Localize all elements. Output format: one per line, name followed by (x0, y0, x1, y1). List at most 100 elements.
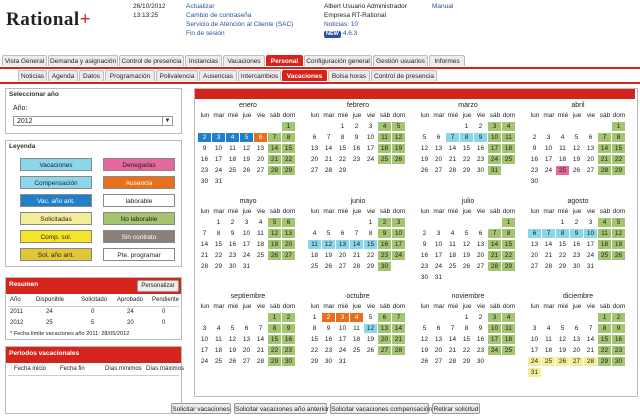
calendar-day[interactable]: 17 (336, 335, 349, 344)
calendar-day[interactable]: 28 (598, 166, 611, 175)
calendar-day[interactable]: 6 (336, 229, 349, 238)
calendar-day[interactable]: 25 (212, 357, 225, 366)
calendar-day[interactable]: 17 (432, 251, 445, 260)
calendar-day[interactable]: 14 (254, 335, 267, 344)
calendar-day[interactable]: 25 (378, 155, 391, 164)
calendar-day[interactable]: 18 (502, 144, 515, 153)
tab-informes[interactable]: Informes (429, 55, 465, 66)
calendar-day[interactable]: 7 (542, 229, 555, 238)
calendar-day[interactable]: 12 (226, 335, 239, 344)
calendar-day[interactable]: 30 (528, 177, 541, 186)
version-link[interactable]: 4.6.3 (343, 30, 357, 37)
calendar-day[interactable]: 28 (198, 262, 211, 271)
calendar-day[interactable]: 7 (268, 133, 281, 142)
calendar-day[interactable]: 29 (268, 357, 281, 366)
calendar-day[interactable]: 24 (542, 166, 555, 175)
calendar-day[interactable]: 29 (364, 262, 377, 271)
chevron-down-icon[interactable]: ▼ (162, 117, 172, 125)
personalizar-button[interactable]: Personalizar (137, 280, 179, 292)
calendar-day[interactable]: 24 (528, 357, 541, 366)
calendar-day[interactable]: 2 (612, 313, 625, 322)
calendar-day[interactable]: 22 (212, 251, 225, 260)
calendar-day[interactable]: 15 (612, 144, 625, 153)
calendar-day[interactable]: 17 (198, 346, 211, 355)
calendar-day[interactable]: 24 (488, 346, 501, 355)
calendar-day[interactable]: 18 (226, 155, 239, 164)
calendar-day[interactable]: 29 (212, 262, 225, 271)
calendar-day[interactable]: 24 (336, 346, 349, 355)
calendar-day[interactable]: 15 (212, 240, 225, 249)
calendar-day[interactable]: 16 (226, 240, 239, 249)
calendar-day[interactable]: 22 (268, 346, 281, 355)
calendar-day[interactable]: 5 (418, 133, 431, 142)
calendar-day[interactable]: 3 (542, 133, 555, 142)
calendar-day[interactable]: 26 (460, 262, 473, 271)
calendar-day[interactable]: 17 (542, 155, 555, 164)
calendar-day[interactable]: 27 (584, 166, 597, 175)
calendar-day[interactable]: 24 (212, 166, 225, 175)
calendar-day[interactable]: 22 (336, 155, 349, 164)
calendar-day[interactable]: 29 (612, 166, 625, 175)
calendar-day[interactable]: 5 (570, 133, 583, 142)
calendar-day[interactable]: 14 (542, 240, 555, 249)
calendar-day[interactable]: 21 (584, 346, 597, 355)
calendar-day[interactable]: 11 (556, 144, 569, 153)
year-select[interactable]: 2012 ▼ (13, 116, 173, 126)
calendar-day[interactable]: 12 (460, 240, 473, 249)
calendar-day[interactable]: 27 (528, 262, 541, 271)
subtab-control-presencia[interactable]: Control de presencia (371, 70, 437, 81)
calendar-day[interactable]: 26 (392, 155, 405, 164)
calendar-day[interactable]: 20 (432, 155, 445, 164)
calendar-day[interactable]: 7 (446, 324, 459, 333)
calendar-day[interactable]: 18 (350, 335, 363, 344)
calendar-day[interactable]: 15 (502, 240, 515, 249)
calendar-day[interactable]: 7 (350, 229, 363, 238)
calendar-day[interactable]: 3 (392, 218, 405, 227)
calendar-day[interactable]: 20 (240, 346, 253, 355)
calendar-day[interactable]: 2 (474, 313, 487, 322)
calendar-day[interactable]: 17 (584, 240, 597, 249)
calendar-day[interactable]: 28 (392, 346, 405, 355)
calendar-day[interactable]: 18 (556, 155, 569, 164)
calendar-day[interactable]: 1 (212, 218, 225, 227)
calendar-day[interactable]: 5 (612, 218, 625, 227)
calendar-day[interactable]: 19 (460, 251, 473, 260)
calendar-day[interactable]: 25 (350, 346, 363, 355)
calendar-day[interactable]: 15 (556, 240, 569, 249)
calendar-day[interactable]: 11 (226, 144, 239, 153)
customer-service-link[interactable]: Servicio de Atención al Cliente (SAC) (186, 20, 293, 29)
calendar-day[interactable]: 12 (268, 229, 281, 238)
calendar-day[interactable]: 28 (542, 262, 555, 271)
calendar-day[interactable]: 23 (418, 262, 431, 271)
calendar-day[interactable]: 4 (350, 313, 363, 322)
calendar-day[interactable]: 8 (460, 133, 473, 142)
calendar-day[interactable]: 14 (584, 335, 597, 344)
calendar-day[interactable]: 1 (282, 122, 295, 131)
calendar-day[interactable]: 27 (378, 346, 391, 355)
calendar-day[interactable]: 23 (612, 346, 625, 355)
tab-configuracion[interactable]: Configuración general (304, 55, 372, 66)
calendar-day[interactable]: 27 (432, 357, 445, 366)
calendar-day[interactable]: 22 (502, 251, 515, 260)
calendar-day[interactable]: 13 (584, 144, 597, 153)
calendar-day[interactable]: 12 (418, 335, 431, 344)
withdraw-request-button[interactable]: Retirar solicitud (432, 403, 480, 414)
calendar-day[interactable]: 19 (418, 155, 431, 164)
calendar-day[interactable]: 14 (446, 335, 459, 344)
calendar-day[interactable]: 13 (308, 144, 321, 153)
calendar-day[interactable]: 2 (226, 218, 239, 227)
calendar-day[interactable]: 15 (268, 335, 281, 344)
calendar-day[interactable]: 17 (488, 335, 501, 344)
calendar-day[interactable]: 10 (198, 335, 211, 344)
calendar-day[interactable]: 21 (268, 155, 281, 164)
calendar-day[interactable]: 16 (322, 335, 335, 344)
calendar-day[interactable]: 1 (556, 218, 569, 227)
calendar-day[interactable]: 27 (570, 357, 583, 366)
calendar-day[interactable]: 4 (446, 229, 459, 238)
calendar-day[interactable]: 6 (240, 324, 253, 333)
calendar-day[interactable]: 16 (474, 144, 487, 153)
calendar-day[interactable]: 25 (502, 346, 515, 355)
calendar-day[interactable]: 27 (240, 357, 253, 366)
calendar-day[interactable]: 19 (226, 346, 239, 355)
subtab-ausencias[interactable]: Ausencias (199, 70, 237, 81)
